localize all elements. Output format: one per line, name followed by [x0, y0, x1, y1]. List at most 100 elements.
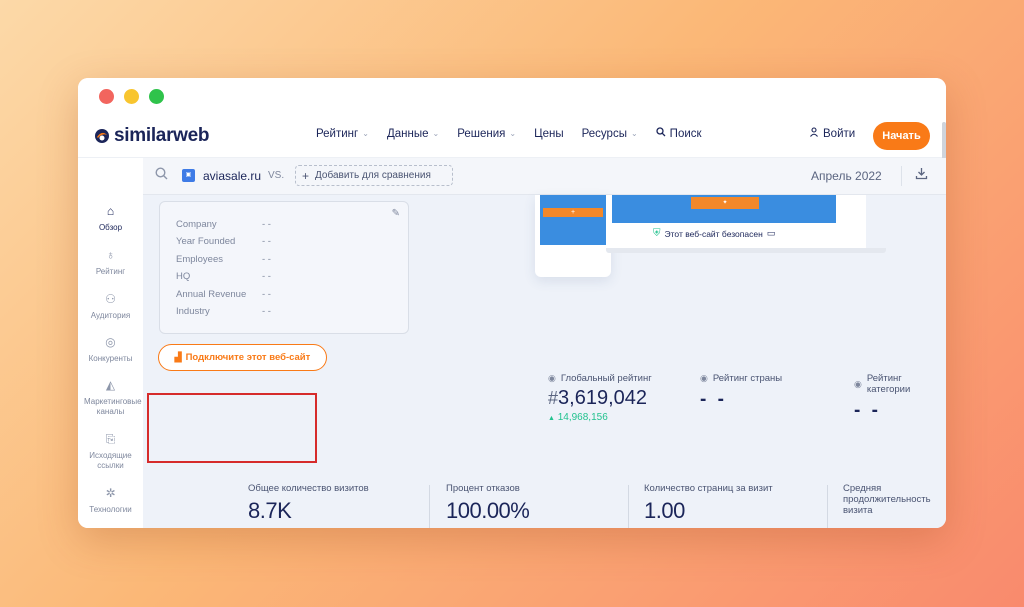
sidebar-item-rating[interactable]: ♁ Рейтинг: [78, 249, 143, 277]
global-rank-block: ◉ Глобальный рейтинг #3,619,042 ▲ 14,968…: [548, 373, 652, 423]
country-rank-label-row: ◉ Рейтинг страны: [700, 373, 782, 384]
phone-screen: [540, 195, 606, 245]
metric-label: Общее количество визитов: [248, 483, 369, 494]
login-link[interactable]: Войти: [809, 127, 855, 140]
laptop-button-shape: ✦: [691, 197, 759, 209]
sidebar-item-marketing-channels[interactable]: ◭ Маркетинговые каналы: [78, 379, 143, 417]
plus-icon: +: [302, 168, 310, 183]
info-key: Employees: [176, 254, 223, 265]
company-info-row: Company - -: [176, 219, 271, 230]
metric-total-visits: Общее количество визитов 8.7K: [248, 483, 369, 528]
engagement-metrics: Общее количество визитов 8.7K Процент от…: [153, 483, 946, 528]
sidebar-item-label: Аудитория: [90, 311, 131, 320]
site-search-bar: ▣ aviasale.ru VS. + Добавить для сравнен…: [143, 158, 946, 195]
rank-hash: #: [548, 388, 559, 408]
global-rank-value-row: #3,619,042: [548, 387, 652, 410]
similarweb-logo[interactable]: similarweb: [94, 125, 210, 147]
top-nav: similarweb Рейтинг ⌄ Данные ⌄ Решения ⌄ Цен…: [78, 114, 946, 158]
country-rank-block: ◉ Рейтинг страны - -: [700, 373, 782, 411]
sidebar-item-competitors[interactable]: ◎ Конкуренты: [78, 336, 143, 364]
metric-label: Процент отказов: [446, 483, 520, 494]
sidebar-item-technologies[interactable]: ✲ Технологии: [78, 486, 143, 515]
metric-value: 8.7K: [248, 498, 292, 523]
category-rank-block: ◉ Рейтинг категории - -: [854, 373, 946, 422]
category-rank-label-row: ◉ Рейтинг категории: [854, 373, 946, 395]
main-content: ▣ aviasale.ru VS. + Добавить для сравнен…: [143, 158, 946, 528]
laptop-icon: ▭: [766, 228, 776, 238]
download-icon[interactable]: [915, 167, 928, 183]
menu-item-solutions[interactable]: Решения ⌄: [457, 127, 516, 140]
menu-item-data[interactable]: Данные ⌄: [387, 127, 439, 140]
outbound-icon: ⎘: [105, 432, 116, 446]
sidebar-item-outbound-links[interactable]: ⎘ Исходящие ссылки: [78, 432, 143, 471]
connect-website-button[interactable]: ▟ Подключите этот веб-сайт: [158, 344, 327, 371]
company-info-row: Employees - -: [176, 254, 271, 265]
laptop-screen: ✦: [612, 195, 836, 223]
category-rank-value: - -: [854, 400, 881, 421]
info-key: Industry: [176, 306, 210, 317]
menu-item-resources[interactable]: Ресурсы ⌄: [582, 127, 638, 140]
users-icon: ⚇: [105, 292, 116, 306]
title-bar: [78, 78, 946, 114]
secure-site-notice: ⛨ Этот веб-сайт безопасен ▭: [653, 228, 775, 239]
site-name[interactable]: aviasale.ru: [203, 169, 261, 183]
search-icon: [656, 127, 666, 140]
highlight-annotation-box: [147, 393, 317, 463]
arrow-up-icon: ▲: [548, 415, 555, 422]
country-rank-value: - -: [700, 389, 727, 410]
bug-icon: ✲: [105, 486, 116, 500]
metric-label: Средняя продолжительность визита: [843, 483, 931, 516]
info-key: Year Founded: [176, 236, 236, 247]
secure-site-label: Этот веб-сайт безопасен: [664, 228, 763, 239]
global-rank-label-row: ◉ Глобальный рейтинг: [548, 373, 652, 384]
menu-item-pricing[interactable]: Цены: [534, 127, 564, 140]
metric-pages-per-visit: Количество страниц за визит 1.00: [644, 483, 773, 528]
sidebar-item-label: Технологии: [89, 505, 132, 514]
company-info-row: HQ - -: [176, 271, 271, 282]
metric-value: 100.00%: [446, 498, 530, 523]
divider: [628, 485, 629, 528]
category-rank-label: Рейтинг категории: [866, 373, 911, 395]
divider: [901, 166, 902, 186]
pencil-icon[interactable]: ✎: [392, 208, 400, 219]
minimize-window-button[interactable]: [124, 89, 139, 104]
chevron-down-icon: ⌄: [509, 129, 517, 138]
global-rank-change: 14,968,156: [557, 412, 608, 423]
sidebar-item-audience[interactable]: ⚇ Аудитория: [78, 292, 143, 321]
info-value: - -: [262, 271, 271, 282]
page-scrollbar[interactable]: [942, 122, 946, 162]
laptop-base-shape: [606, 248, 886, 253]
sidebar-item-overview[interactable]: ⌂ Обзор: [78, 204, 143, 233]
add-comparison-button[interactable]: + Добавить для сравнения: [295, 165, 453, 186]
phone-button-shape: +: [543, 208, 603, 217]
start-button[interactable]: Начать: [873, 122, 930, 150]
divider: [429, 485, 430, 528]
menu-item-rating[interactable]: Рейтинг ⌄: [316, 127, 369, 140]
login-label: Войти: [823, 127, 856, 140]
home-icon: ⌂: [106, 204, 115, 218]
chevron-down-icon: ⌄: [630, 129, 638, 138]
close-window-button[interactable]: [99, 89, 114, 104]
info-value: - -: [262, 219, 271, 230]
user-icon: [809, 127, 819, 140]
date-range-selector[interactable]: Апрель 2022: [811, 169, 882, 183]
globe-icon: ◉: [548, 373, 556, 383]
info-value: - -: [262, 254, 271, 265]
metric-bounce-rate: Процент отказов 100.00%: [446, 483, 530, 528]
bar-chart-icon: ▟: [174, 352, 182, 362]
chevron-down-icon: ⌄: [432, 129, 440, 138]
vs-label: VS.: [268, 170, 285, 181]
similarweb-logo-icon: [94, 128, 110, 144]
sidebar-item-label: Рейтинг: [95, 267, 126, 276]
search-icon[interactable]: [155, 167, 168, 183]
sidebar-item-label: Конкуренты: [88, 354, 133, 363]
menu-item-label: Цены: [534, 127, 564, 140]
global-rank-value: 3,619,042: [558, 387, 647, 409]
sidebar: ⌂ Обзор ♁ Рейтинг ⚇ Аудитория ◎ Конкурен…: [78, 158, 143, 528]
info-value: - -: [262, 236, 271, 247]
maximize-window-button[interactable]: [149, 89, 164, 104]
menu-item-label: Поиск: [669, 127, 702, 140]
add-comparison-label: Добавить для сравнения: [315, 170, 431, 181]
menu-item-search[interactable]: Поиск: [656, 127, 702, 140]
info-value: - -: [262, 306, 271, 317]
